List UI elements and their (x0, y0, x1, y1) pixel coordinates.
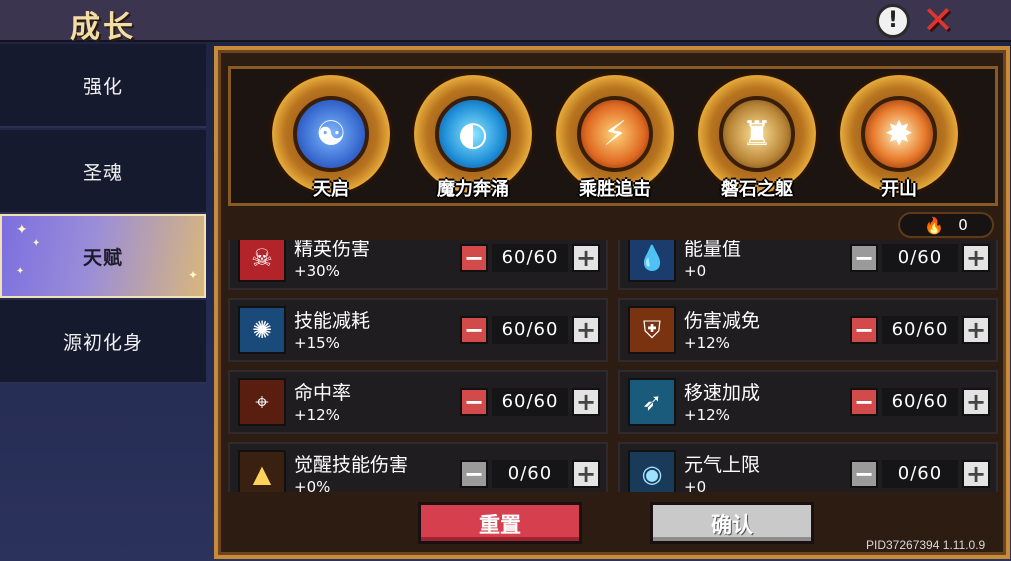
top-bar: 成长 ! ✕ (0, 0, 1011, 45)
candle-flame-icon: ▲ (238, 450, 286, 492)
skill-label: 磐石之躯 (721, 179, 793, 200)
version-label: PID37267394 1.11.0.9 (866, 538, 986, 552)
increase-button[interactable]: + (572, 460, 600, 488)
blue-flame-icon: ✺ (238, 306, 286, 354)
fire-points-value: 0 (958, 216, 968, 234)
energy-orb-icon: ◉ (628, 450, 676, 492)
increase-button[interactable]: + (572, 388, 600, 416)
talent-row-move-speed: ➶ 移速加成 +12% − 60/60 + (618, 370, 998, 434)
boot-icon: ➶ (628, 378, 676, 426)
talent-bonus: +12% (684, 406, 730, 424)
decrease-button[interactable]: − (460, 244, 488, 272)
stone-golem-icon: ♜ (719, 96, 795, 172)
talent-bonus: +12% (294, 406, 340, 424)
increase-button[interactable]: + (572, 244, 600, 272)
talent-list[interactable]: ☠ 精英伤害 +30% − 60/60 + 💧 能量值 +0 − 0/60 + … (228, 240, 998, 492)
skill-slot-mountain-split[interactable]: ✸ 开山 (833, 75, 965, 203)
talent-name: 觉醒技能伤害 (294, 454, 409, 476)
sidebar-item-enhance[interactable]: 强化 (0, 44, 206, 128)
talent-row-energy: 💧 能量值 +0 − 0/60 + (618, 240, 998, 290)
shield-icon: ⛨ (628, 306, 676, 354)
reset-button[interactable]: 重置 (418, 502, 582, 544)
exclamation-icon[interactable]: ! (876, 4, 910, 38)
increase-button[interactable]: + (962, 460, 990, 488)
decrease-button[interactable]: − (850, 388, 878, 416)
talent-name: 精英伤害 (294, 240, 371, 260)
talent-name: 移速加成 (684, 382, 761, 404)
sidebar-item-talent[interactable]: ✦ ✦ ✦ ✦ 天赋 (0, 214, 206, 298)
slash-icon: ⚡ (577, 96, 653, 172)
decrease-button[interactable]: − (460, 388, 488, 416)
talent-panel: ☯ 天启 ◐ 魔力奔涌 ⚡ 乘胜追击 ♜ 磐石之躯 ✸ 开山 🔥 0 ☠ 精英伤… (214, 46, 1010, 559)
crosshair-icon: ⌖ (238, 378, 286, 426)
skill-label: 魔力奔涌 (437, 179, 509, 200)
skill-label: 乘胜追击 (579, 179, 651, 200)
talent-bonus: +15% (294, 334, 340, 352)
sidebar-item-label: 强化 (82, 75, 123, 98)
sidebar-item-origin-avatar[interactable]: 源初化身 (0, 300, 206, 384)
talent-row-damage-reduction: ⛨ 伤害减免 +12% − 60/60 + (618, 298, 998, 362)
decrease-button[interactable]: − (850, 460, 878, 488)
talent-row-hit-rate: ⌖ 命中率 +12% − 60/60 + (228, 370, 608, 434)
talent-bonus: +0 (684, 262, 707, 280)
decrease-button[interactable]: − (460, 460, 488, 488)
confirm-button[interactable]: 确认 (650, 502, 814, 544)
skill-slot-apocalypse[interactable]: ☯ 天启 (265, 75, 397, 203)
talent-bonus: +0 (684, 478, 707, 492)
sparkle-icon: ✦ (16, 222, 29, 238)
explosion-icon: ✸ (861, 96, 937, 172)
decrease-button[interactable]: − (460, 316, 488, 344)
water-drop-icon: 💧 (628, 240, 676, 282)
talent-name: 能量值 (684, 240, 742, 260)
demon-skull-icon: ☠ (238, 240, 286, 282)
decrease-button[interactable]: − (850, 244, 878, 272)
talent-row-skill-cost: ✺ 技能减耗 +15% − 60/60 + (228, 298, 608, 362)
skill-label: 天启 (313, 179, 349, 200)
fire-points-counter: 🔥 0 (898, 212, 994, 238)
talent-bonus: +12% (684, 334, 730, 352)
talent-bonus: +0% (294, 478, 331, 492)
close-icon[interactable]: ✕ (920, 1, 956, 39)
talent-name: 伤害减免 (684, 310, 761, 332)
sidebar-item-holy-soul[interactable]: 圣魂 (0, 130, 206, 214)
talent-name: 命中率 (294, 382, 352, 404)
skill-selector: ☯ 天启 ◐ 魔力奔涌 ⚡ 乘胜追击 ♜ 磐石之躯 ✸ 开山 (228, 66, 998, 206)
meditation-icon: ☯ (293, 96, 369, 172)
talent-points: 0/60 (882, 244, 958, 272)
increase-button[interactable]: + (962, 316, 990, 344)
sidebar-item-label: 源初化身 (62, 331, 143, 354)
talent-points: 60/60 (882, 388, 958, 416)
talent-points: 60/60 (492, 388, 568, 416)
increase-button[interactable]: + (962, 244, 990, 272)
talent-row-vitality-cap: ◉ 元气上限 +0 − 0/60 + (618, 442, 998, 492)
sidebar-item-label: 天赋 (82, 246, 123, 269)
sparkle-icon: ✦ (188, 268, 200, 282)
talent-points: 0/60 (492, 460, 568, 488)
talent-points: 0/60 (882, 460, 958, 488)
talent-points: 60/60 (882, 316, 958, 344)
page-title: 成长 (70, 10, 136, 45)
sparkle-icon: ✦ (16, 266, 26, 277)
talent-row-elite-damage: ☠ 精英伤害 +30% − 60/60 + (228, 240, 608, 290)
flame-icon: 🔥 (924, 215, 945, 235)
skill-label: 开山 (881, 179, 917, 200)
sidebar: 强化 圣魂 ✦ ✦ ✦ ✦ 天赋 源初化身 (0, 44, 210, 561)
talent-name: 元气上限 (684, 454, 761, 476)
skill-slot-stone-body[interactable]: ♜ 磐石之躯 (691, 75, 823, 203)
sidebar-item-label: 圣魂 (82, 161, 123, 184)
increase-button[interactable]: + (962, 388, 990, 416)
talent-points: 60/60 (492, 244, 568, 272)
increase-button[interactable]: + (572, 316, 600, 344)
skill-slot-pursuit[interactable]: ⚡ 乘胜追击 (549, 75, 681, 203)
decrease-button[interactable]: − (850, 316, 878, 344)
talent-row-awakening-damage: ▲ 觉醒技能伤害 +0% − 0/60 + (228, 442, 608, 492)
talent-name: 技能减耗 (294, 310, 371, 332)
swirl-icon: ◐ (435, 96, 511, 172)
talent-bonus: +30% (294, 262, 340, 280)
talent-points: 60/60 (492, 316, 568, 344)
sparkle-icon: ✦ (32, 238, 42, 249)
skill-slot-mana-surge[interactable]: ◐ 魔力奔涌 (407, 75, 539, 203)
